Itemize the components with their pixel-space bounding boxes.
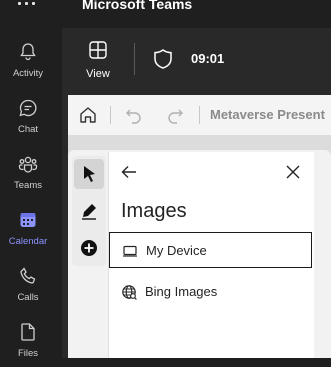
rail-label: Teams bbox=[14, 180, 42, 191]
grid-view-icon bbox=[89, 41, 107, 59]
meeting-timer: 09:01 bbox=[191, 51, 225, 66]
calendar-icon bbox=[20, 213, 36, 227]
close-icon[interactable] bbox=[283, 162, 303, 182]
toolbar-divider bbox=[134, 43, 135, 75]
device-icon bbox=[123, 245, 137, 257]
add-tool[interactable] bbox=[74, 233, 104, 263]
drawing-toolbar bbox=[72, 156, 106, 266]
option-label: My Device bbox=[146, 243, 207, 258]
pointer-icon bbox=[84, 166, 95, 182]
meeting-toolbar: View 09:01 bbox=[62, 28, 331, 88]
rail-item-teams[interactable]: Teams bbox=[0, 149, 56, 199]
rail-item-files[interactable]: Files bbox=[0, 317, 56, 367]
presentation-title: Metaverse Present bbox=[210, 107, 325, 122]
rail-item-chat[interactable]: Chat bbox=[0, 93, 56, 143]
rail-item-calls[interactable]: Calls bbox=[0, 261, 56, 311]
rail-item-calendar[interactable]: Calendar bbox=[0, 205, 56, 255]
pen-tool[interactable] bbox=[74, 196, 104, 226]
toolbar-divider bbox=[110, 106, 111, 124]
rail-label: Files bbox=[17, 348, 39, 359]
app-rail: Activity Chat Teams Calendar Calls Files bbox=[0, 15, 56, 359]
pointer-tool[interactable] bbox=[74, 159, 104, 189]
rail-label: Chat bbox=[17, 124, 39, 135]
app-title: Microsoft Teams bbox=[82, 0, 193, 12]
file-icon bbox=[21, 323, 35, 341]
shield-icon[interactable] bbox=[152, 48, 174, 70]
view-label: View bbox=[86, 68, 110, 80]
app-launcher-icon[interactable] bbox=[18, 0, 36, 9]
view-button[interactable]: View bbox=[82, 38, 114, 80]
presentation-toolbar: Metaverse Present bbox=[68, 95, 331, 135]
phone-icon bbox=[20, 267, 36, 284]
panel-heading: Images bbox=[121, 200, 187, 222]
rail-label: Calls bbox=[17, 292, 39, 303]
bell-icon bbox=[20, 43, 36, 61]
option-bing-images[interactable]: Bing Images bbox=[109, 274, 312, 310]
title-bar: Microsoft Teams bbox=[0, 0, 331, 15]
pen-icon bbox=[82, 204, 96, 220]
redo-icon[interactable] bbox=[166, 106, 184, 124]
back-arrow-icon[interactable] bbox=[119, 162, 139, 182]
option-my-device[interactable]: My Device bbox=[109, 232, 312, 268]
chat-icon bbox=[19, 99, 37, 117]
toolbar-divider bbox=[199, 106, 200, 124]
teams-icon bbox=[18, 156, 38, 173]
home-icon[interactable] bbox=[78, 105, 98, 125]
globe-icon bbox=[122, 285, 137, 300]
rail-item-activity[interactable]: Activity bbox=[0, 37, 56, 87]
option-label: Bing Images bbox=[145, 284, 218, 299]
rail-label: Calendar bbox=[8, 236, 48, 247]
images-panel: Images My Device Bing Images bbox=[108, 152, 314, 358]
add-circle-icon bbox=[81, 240, 97, 256]
undo-icon[interactable] bbox=[125, 106, 143, 124]
rail-label: Activity bbox=[12, 68, 44, 79]
